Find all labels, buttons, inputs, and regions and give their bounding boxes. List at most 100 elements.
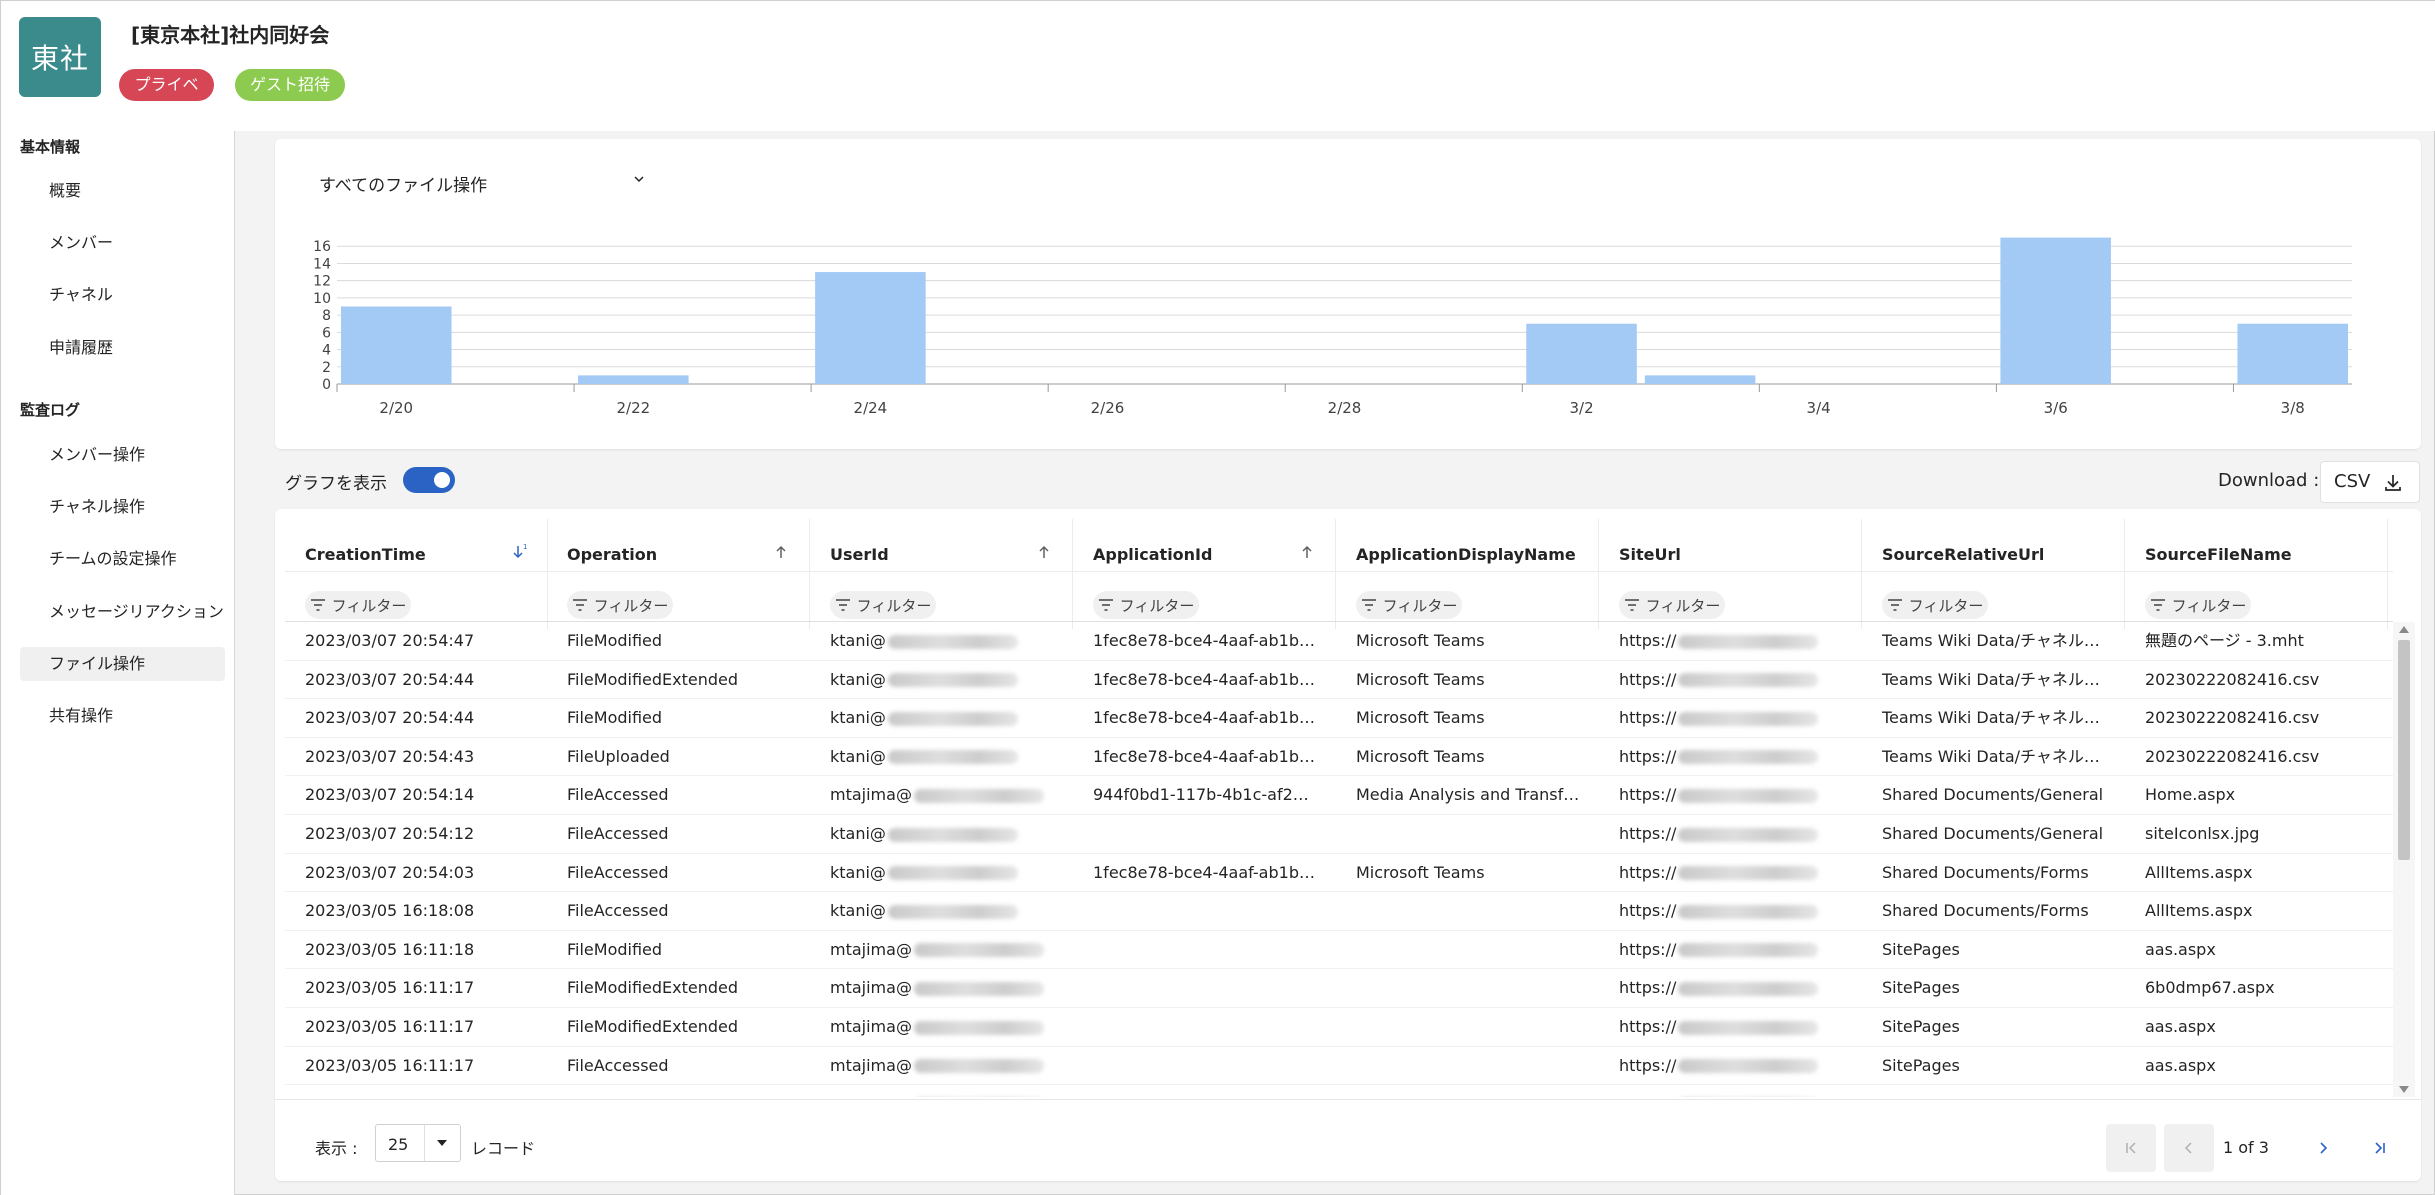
first-page-button[interactable] bbox=[2106, 1124, 2156, 1172]
last-page-button[interactable] bbox=[2355, 1124, 2405, 1172]
sidebar-item-message-reactions[interactable]: メッセージリアクション bbox=[20, 595, 225, 629]
table-row[interactable]: 2023/03/05 16:11:18 FileModified mtajima@ h… bbox=[285, 931, 2393, 970]
filter-icon bbox=[1624, 599, 1639, 611]
cell-userid: mtajima@ bbox=[810, 931, 1063, 969]
filter-button[interactable]: フィルター bbox=[1356, 591, 1462, 619]
sidebar-item-sharing-ops[interactable]: 共有操作 bbox=[20, 699, 225, 733]
scroll-down-icon[interactable] bbox=[2399, 1086, 2409, 1093]
filter-button[interactable]: フィルター bbox=[305, 591, 411, 619]
cell-text: ktani@ bbox=[830, 824, 886, 843]
filter-button[interactable]: フィルター bbox=[1882, 591, 1988, 619]
column-header-operation[interactable]: Operation フィルター bbox=[547, 519, 810, 629]
table-row[interactable]: 2023/03/05 16:18:08 FileAccessed ktani@ htt… bbox=[285, 892, 2393, 931]
column-header-userid[interactable]: UserId フィルター bbox=[810, 519, 1073, 629]
cell-sourcerelativeurl: SitePages bbox=[1862, 1085, 2115, 1097]
sidebar-item-request-history[interactable]: 申請履歴 bbox=[20, 331, 225, 365]
bar-2/22 bbox=[578, 375, 689, 384]
cell-text: ktani@ bbox=[830, 708, 886, 728]
filter-button[interactable]: フィルター bbox=[1093, 591, 1199, 619]
sidebar-item-channels[interactable]: チャネル bbox=[20, 278, 225, 312]
filter-button[interactable]: フィルター bbox=[1619, 591, 1725, 619]
cell-applicationid bbox=[1073, 969, 1326, 1007]
table-row[interactable]: 2023/03/07 20:54:12 FileAccessed ktani@ htt… bbox=[285, 815, 2393, 854]
show-graph-toggle[interactable] bbox=[403, 467, 455, 493]
sidebar: 基本情報 概要 メンバー チャネル 申請履歴 監査ログ メンバー操作 チャネル操… bbox=[1, 131, 235, 1195]
cell-siteurl: https:// bbox=[1599, 738, 1852, 776]
csv-download-button[interactable]: CSV bbox=[2320, 461, 2420, 503]
table-row[interactable]: 2023/03/07 20:54:44 FileModified ktani@ 1fe… bbox=[285, 699, 2393, 738]
cell-operation: FileUploaded bbox=[547, 738, 800, 776]
table-row[interactable]: 2023/03/05 16:11:17 FileModifiedExtended m… bbox=[285, 969, 2393, 1008]
sort-ascending-icon[interactable] bbox=[772, 543, 790, 561]
cell-sourcefilename: 6b0dmp67.aspx bbox=[2125, 969, 2378, 1007]
sort-ascending-icon[interactable] bbox=[1298, 543, 1316, 561]
scroll-thumb[interactable] bbox=[2398, 640, 2410, 860]
filter-icon bbox=[1098, 599, 1113, 611]
table-row[interactable]: 2023/03/05 16:11:17 FileModifiedExtended m… bbox=[285, 1008, 2393, 1047]
cell-text: ktani@ bbox=[830, 631, 886, 650]
column-header-applicationdisplayname[interactable]: ApplicationDisplayName フィルター bbox=[1336, 519, 1599, 629]
cell-siteurl: https:// bbox=[1599, 1047, 1852, 1085]
sidebar-item-file-ops[interactable]: ファイル操作 bbox=[20, 647, 225, 681]
download-icon bbox=[2385, 475, 2401, 491]
cell-applicationid bbox=[1073, 1085, 1326, 1097]
table-row[interactable]: 2023/03/05 16:11:17 FileModified mtajima@ h… bbox=[285, 1085, 2393, 1097]
scroll-up-icon[interactable] bbox=[2399, 626, 2409, 633]
column-header-creationtime[interactable]: CreationTime 1 フィルター bbox=[285, 519, 548, 629]
sidebar-item-overview[interactable]: 概要 bbox=[20, 174, 225, 208]
column-header-sourcerelativeurl[interactable]: SourceRelativeUrl フィルター bbox=[1862, 519, 2125, 629]
table-row[interactable]: 2023/03/07 20:54:44 FileModifiedExtended k… bbox=[285, 661, 2393, 700]
cell-operation: FileModifiedExtended bbox=[547, 1008, 800, 1046]
x-tick-label: 2/20 bbox=[379, 399, 413, 417]
cell-text: FileAccessed bbox=[567, 785, 669, 805]
cell-operation: FileAccessed bbox=[547, 892, 800, 930]
cell-text: FileModifiedExtended bbox=[567, 978, 739, 998]
cell-text: mtajima@ bbox=[830, 1017, 912, 1036]
cell-operation: FileModified bbox=[547, 1085, 800, 1097]
column-header-sourcefilename[interactable]: SourceFileName フィルター bbox=[2125, 519, 2388, 629]
table-body: 2023/03/07 20:54:47 FileModified ktani@ 1fe… bbox=[285, 622, 2393, 1097]
cell-creationtime: 2023/03/07 20:54:43 bbox=[285, 738, 538, 776]
chart-card: すべてのファイル操作 0 2 4 6 8 10 12 14 16 2/20 2/22 2/24 2/26… bbox=[275, 139, 2421, 449]
cell-applicationid: 1fec8e78-bce4-4aaf-ab1b… bbox=[1073, 738, 1326, 776]
cell-applicationdisplayname bbox=[1336, 815, 1589, 853]
sidebar-item-members[interactable]: メンバー bbox=[20, 226, 225, 260]
cell-text: SitePages bbox=[1882, 939, 1960, 959]
cell-userid: ktani@ bbox=[810, 854, 1063, 892]
sidebar-item-channel-ops[interactable]: チャネル操作 bbox=[20, 490, 225, 524]
table-row[interactable]: 2023/03/07 20:54:43 FileUploaded ktani@ 1fe… bbox=[285, 738, 2393, 777]
cell-sourcefilename: 20230222082416.csv bbox=[2125, 699, 2378, 737]
cell-siteurl: https:// bbox=[1599, 815, 1852, 853]
sidebar-item-team-settings-ops[interactable]: チームの設定操作 bbox=[20, 542, 225, 576]
column-header-siteurl[interactable]: SiteUrl フィルター bbox=[1599, 519, 1862, 629]
table-scrollbar[interactable] bbox=[2393, 622, 2415, 1097]
chevron-left-icon bbox=[2184, 1142, 2192, 1154]
sort-ascending-icon[interactable] bbox=[1035, 543, 1053, 561]
cell-operation: FileModifiedExtended bbox=[547, 661, 800, 699]
table-row[interactable]: 2023/03/07 20:54:03 FileAccessed ktani@ 1fe… bbox=[285, 854, 2393, 893]
sort-descending-icon[interactable]: 1 bbox=[510, 543, 528, 561]
cell-text: 2023/03/05 16:11:17 bbox=[305, 978, 475, 998]
filter-label: フィルター bbox=[593, 596, 669, 615]
filter-button[interactable]: フィルター bbox=[2145, 591, 2251, 619]
filter-button[interactable]: フィルター bbox=[830, 591, 936, 619]
prev-page-button[interactable] bbox=[2164, 1124, 2214, 1172]
filter-icon bbox=[1887, 599, 1902, 611]
cell-sourcefilename: Home.aspx bbox=[2125, 776, 2378, 814]
next-page-button[interactable] bbox=[2298, 1124, 2348, 1172]
cell-sourcerelativeurl: Teams Wiki Data/チャネルを… bbox=[1862, 738, 2115, 776]
sidebar-item-member-ops[interactable]: メンバー操作 bbox=[20, 438, 225, 472]
cell-sourcefilename: AllItems.aspx bbox=[2125, 854, 2378, 892]
filter-label: フィルター bbox=[1119, 596, 1195, 615]
cell-operation: FileModified bbox=[547, 931, 800, 969]
cell-text: FileAccessed bbox=[567, 1055, 669, 1075]
redacted-text bbox=[1678, 866, 1819, 881]
page-size-select[interactable]: 25 bbox=[375, 1124, 461, 1162]
column-header-applicationid[interactable]: ApplicationId フィルター bbox=[1073, 519, 1336, 629]
cell-applicationdisplayname: Microsoft Teams bbox=[1336, 738, 1589, 776]
table-row[interactable]: 2023/03/07 20:54:47 FileModified ktani@ 1fe… bbox=[285, 622, 2393, 661]
table-row[interactable]: 2023/03/07 20:54:14 FileAccessed mtajima@ 9… bbox=[285, 776, 2393, 815]
column-header-label: SourceFileName bbox=[2145, 545, 2292, 564]
filter-button[interactable]: フィルター bbox=[567, 591, 673, 619]
table-row[interactable]: 2023/03/05 16:11:17 FileAccessed mtajima@ h… bbox=[285, 1047, 2393, 1086]
